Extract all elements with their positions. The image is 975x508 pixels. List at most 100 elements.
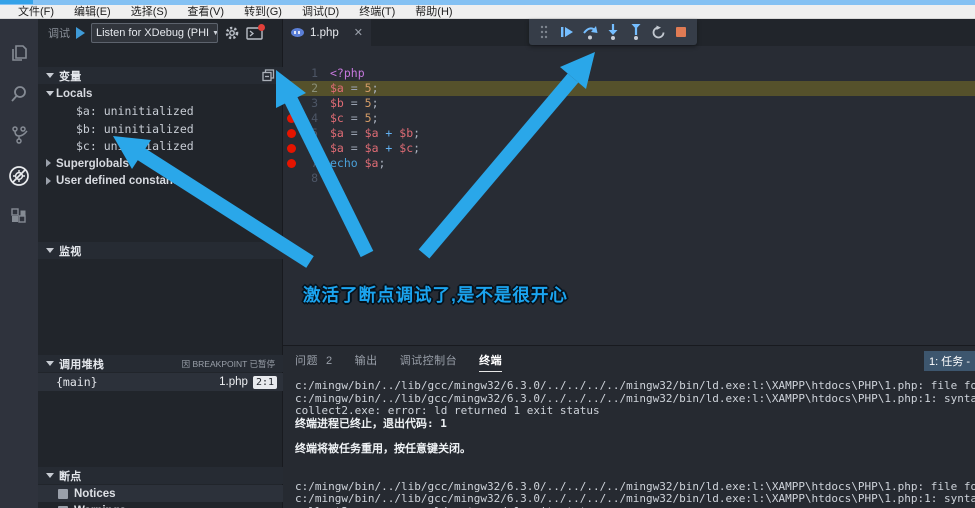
code-line-3[interactable]: 3$b = 5; xyxy=(283,96,975,111)
terminal-output[interactable]: c:/mingw/bin/../lib/gcc/mingw32/6.3.0/..… xyxy=(295,380,975,508)
line-number: 2 xyxy=(283,81,318,96)
paused-status: 因 BREAKPOINT 已暂停 xyxy=(182,358,275,370)
problems-count-badge: 2 xyxy=(326,346,333,376)
menu-bar: 文件(F)编辑(E)选择(S)查看(V)转到(G)调试(D)终端(T)帮助(H) xyxy=(0,5,975,19)
token: = xyxy=(344,111,365,125)
code-line-5[interactable]: 5$a = $a + $b; xyxy=(283,126,975,141)
toolbar-drag-handle[interactable] xyxy=(534,22,554,42)
breakpoints-section-header[interactable]: 断点 xyxy=(38,467,283,484)
line-number: 4 xyxy=(283,111,318,126)
code-line-8[interactable]: 8 xyxy=(283,171,975,186)
step-into-button[interactable] xyxy=(603,22,623,42)
line-number: 5 xyxy=(283,126,318,141)
step-out-button[interactable] xyxy=(626,22,646,42)
code-line-4[interactable]: 4$c = 5; xyxy=(283,111,975,126)
tree-label: $b: uninitialized xyxy=(76,122,194,136)
debug-view-title: 调试 xyxy=(48,25,70,41)
menu-item-G[interactable]: 转到(G) xyxy=(234,5,292,19)
token: ; xyxy=(372,111,379,125)
variable-row[interactable]: $b: uninitialized xyxy=(38,120,283,137)
token: $a xyxy=(330,126,344,140)
menu-item-T[interactable]: 终端(T) xyxy=(349,5,405,19)
tree-label: Superglobals xyxy=(56,158,129,170)
tab-1php[interactable]: 1.php ✕ xyxy=(283,19,371,46)
console-badge xyxy=(258,24,265,31)
gear-icon[interactable] xyxy=(224,25,240,41)
callstack-section-header[interactable]: 调用堆栈 因 BREAKPOINT 已暂停 xyxy=(38,355,283,372)
callstack-frame-row[interactable]: {main} 1.php 2:1 xyxy=(38,373,283,391)
panel-tab-调试控制台[interactable]: 调试控制台 xyxy=(400,346,458,376)
search-icon[interactable] xyxy=(0,74,38,114)
section-expanded-icon xyxy=(46,361,54,366)
line-number: 7 xyxy=(283,156,318,171)
panel-tab-label: 输出 xyxy=(355,346,378,376)
debug-icon[interactable] xyxy=(0,156,38,196)
token: = xyxy=(344,96,365,110)
line-number: 1 xyxy=(283,66,318,81)
breakpoint-row-notices[interactable]: Notices xyxy=(38,485,283,502)
panel-tab-输出[interactable]: 输出 xyxy=(355,346,378,376)
terminal-line: 终端将被任务重用，按任意键关闭。 xyxy=(295,443,975,456)
debug-config-dropdown[interactable]: Listen for XDebug (PHI ▼ xyxy=(91,23,218,43)
tree-label: User defined constants xyxy=(56,175,183,187)
tree-label: Locals xyxy=(56,88,92,100)
token: 5 xyxy=(365,111,372,125)
frame-position-badge: 2:1 xyxy=(253,376,277,389)
variables-group-row[interactable]: Superglobals xyxy=(38,155,283,172)
menu-item-D[interactable]: 调试(D) xyxy=(292,5,349,19)
variables-section-header[interactable]: 变量 xyxy=(38,67,283,84)
code-line-1[interactable]: 1<?php xyxy=(283,66,975,81)
token: + xyxy=(379,126,400,140)
terminal-selector-dropdown[interactable]: 1: 任务 - xyxy=(924,351,975,371)
restart-button[interactable] xyxy=(649,22,669,42)
breakpoint-row-warnings[interactable]: Warnings xyxy=(38,503,283,508)
tab-close-icon[interactable]: ✕ xyxy=(354,26,363,39)
variable-row[interactable]: $c: uninitialized xyxy=(38,138,283,155)
code-text: echo $a; xyxy=(330,156,385,171)
collapse-all-icon[interactable] xyxy=(262,69,275,82)
debug-console-icon[interactable] xyxy=(246,27,263,40)
code-line-7[interactable]: 7 echo $a; xyxy=(283,156,975,171)
extensions-icon[interactable] xyxy=(0,197,38,237)
frame-file: 1.php xyxy=(219,376,248,388)
breakpoint-label: Notices xyxy=(74,488,116,500)
continue-button[interactable] xyxy=(557,22,577,42)
step-over-button[interactable] xyxy=(580,22,600,42)
variables-group-row[interactable]: Locals xyxy=(38,85,283,102)
watch-section-header[interactable]: 监视 xyxy=(38,242,283,259)
panel-tab-问题[interactable]: 问题2 xyxy=(295,346,333,376)
panel-tab-终端[interactable]: 终端 xyxy=(479,346,502,376)
variables-group-row[interactable]: User defined constants xyxy=(38,173,283,190)
code-line-2[interactable]: 2 $a = 5; xyxy=(283,81,975,96)
token: 5 xyxy=(365,81,372,95)
token: $b xyxy=(330,96,344,110)
source-control-icon[interactable] xyxy=(0,115,38,155)
breakpoint-checkbox[interactable] xyxy=(58,489,68,499)
menu-item-V[interactable]: 查看(V) xyxy=(177,5,234,19)
panel-tab-label: 终端 xyxy=(479,346,502,376)
stop-button[interactable] xyxy=(671,22,691,42)
debug-sidebar-header: 调试 Listen for XDebug (PHI ▼ xyxy=(38,19,283,47)
frame-name: {main} xyxy=(56,375,98,389)
window-top-strip xyxy=(0,0,975,5)
code-line-6[interactable]: 6$a = $a + $c; xyxy=(283,141,975,156)
code-text: $b = 5; xyxy=(330,96,379,111)
debug-sidebar: 调试 Listen for XDebug (PHI ▼ 变量 Locals $a:… xyxy=(38,19,283,508)
variable-row[interactable]: $a: uninitialized xyxy=(38,103,283,120)
menu-item-F[interactable]: 文件(F) xyxy=(8,5,64,19)
code-text: $a = 5; xyxy=(330,81,379,96)
section-expanded-icon xyxy=(46,73,54,78)
menu-item-S[interactable]: 选择(S) xyxy=(121,5,178,19)
menu-item-E[interactable]: 编辑(E) xyxy=(64,5,121,19)
token: = xyxy=(344,81,365,95)
menu-item-H[interactable]: 帮助(H) xyxy=(405,5,462,19)
token: $a xyxy=(330,81,344,95)
start-debug-button[interactable] xyxy=(76,27,85,39)
token: + xyxy=(379,141,400,155)
explorer-icon[interactable] xyxy=(0,33,38,73)
token: = xyxy=(344,141,365,155)
terminal-line: collect2.exe: error: ld returned 1 exit … xyxy=(295,405,975,418)
chevron-down-icon: ▼ xyxy=(212,30,218,37)
callstack-section-label: 调用堆栈 xyxy=(59,356,104,372)
twistie-closed-icon xyxy=(46,177,51,185)
